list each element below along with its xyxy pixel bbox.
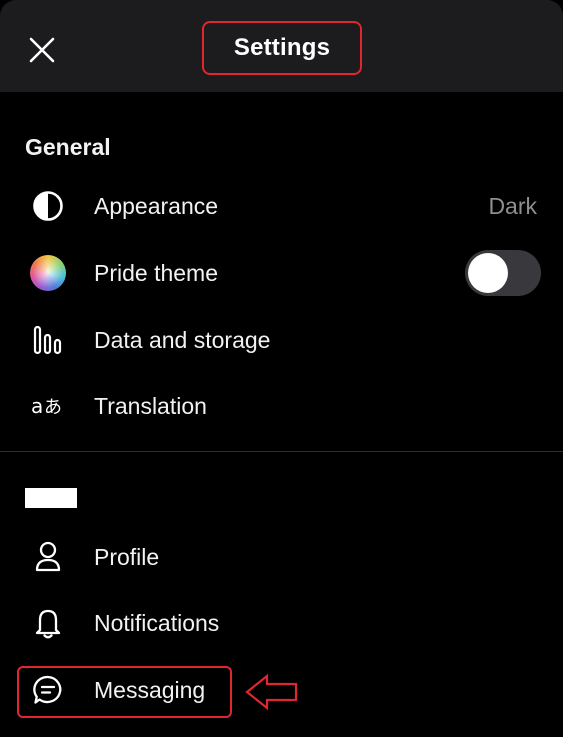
- close-icon: [28, 36, 56, 64]
- pride-theme-toggle[interactable]: [465, 250, 541, 296]
- bell-icon: [28, 603, 68, 643]
- settings-item-notifications[interactable]: Notifications: [0, 594, 563, 652]
- settings-screen: Settings General Appearance Dark Pride t…: [0, 0, 563, 737]
- messaging-highlight: [17, 666, 232, 718]
- settings-item-label: Notifications: [94, 609, 220, 636]
- settings-item-label: Profile: [94, 543, 160, 570]
- settings-item-label: Data and storage: [94, 326, 271, 353]
- redacted-section-title: [25, 488, 77, 508]
- settings-item-data-and-storage[interactable]: Data and storage: [0, 311, 563, 369]
- settings-item-translation[interactable]: a あ Translation: [0, 377, 563, 435]
- settings-item-profile[interactable]: Profile: [0, 528, 563, 586]
- person-icon: [28, 537, 68, 577]
- pointer-arrow-icon: [244, 672, 300, 712]
- section-title-general: General: [25, 134, 111, 160]
- translate-icon: a あ: [28, 386, 68, 426]
- rainbow-circle-icon: [28, 253, 68, 293]
- settings-item-appearance[interactable]: Appearance Dark: [0, 177, 563, 235]
- bars-icon: [28, 320, 68, 360]
- settings-item-label: Translation: [94, 392, 207, 419]
- toggle-knob: [468, 253, 508, 293]
- settings-item-label: Pride theme: [94, 259, 219, 286]
- section-divider: [0, 451, 563, 452]
- header-bar: Settings: [0, 0, 563, 92]
- svg-text:あ: あ: [44, 397, 62, 418]
- page-title: Settings: [233, 34, 331, 61]
- title-highlight: Settings: [202, 21, 362, 75]
- settings-item-label: Appearance: [94, 192, 219, 219]
- svg-text:a: a: [31, 394, 43, 418]
- close-button[interactable]: [22, 30, 62, 70]
- settings-item-pride-theme[interactable]: Pride theme: [0, 244, 563, 302]
- half-circle-icon: [28, 186, 68, 226]
- appearance-value: Dark: [488, 192, 537, 219]
